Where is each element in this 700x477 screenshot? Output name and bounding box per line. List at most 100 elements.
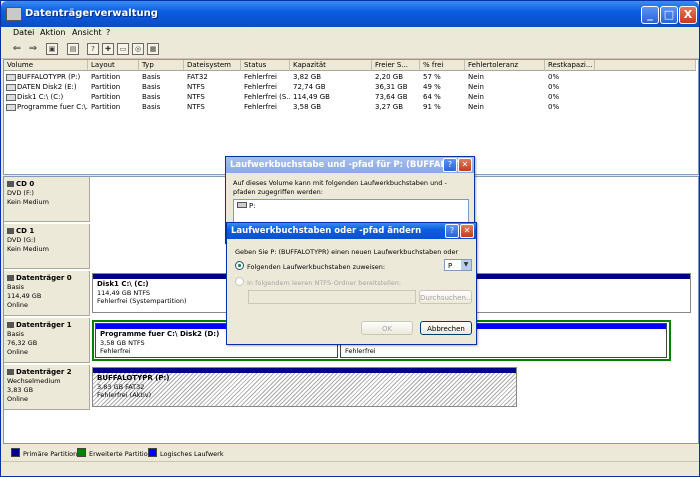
ok-button[interactable]: OK [361, 321, 413, 335]
volume-buffalotypr-p[interactable]: BUFFALOTYPR (P:) 3,83 GB FAT32 Fehlerfre… [92, 367, 517, 407]
table-cell: 3,27 GB [375, 103, 404, 111]
table-cell: 0% [548, 73, 560, 81]
table-cell: FAT32 [187, 73, 208, 81]
col-status-header[interactable]: Status [241, 60, 290, 71]
dialog-close-button[interactable]: ✕ [458, 158, 472, 172]
disk-label-cd1[interactable]: CD 1 DVD (G:) Kein Medium [4, 224, 90, 269]
col-overhead-header[interactable]: Restkapazi... [545, 60, 595, 71]
dialog-help-button[interactable]: ? [443, 158, 457, 172]
dialog-help-button[interactable]: ? [445, 224, 459, 238]
table-cell: Nein [468, 83, 484, 91]
harddisk-icon [7, 322, 14, 328]
table-cell: NTFS [187, 83, 205, 91]
disk-label-disk2[interactable]: Datenträger 2 Wechselmedium 3,83 GB Onli… [4, 365, 90, 410]
table-cell: Disk1 C:\ (C:) [17, 93, 64, 101]
table-cell: Basis [142, 93, 161, 101]
legend-logical: Logisches Laufwerk [148, 448, 224, 458]
legend-primary: Primäre Partition [11, 448, 77, 458]
legend: Primäre Partition Erweiterte Partition L… [3, 445, 697, 459]
forward-arrow-icon[interactable]: ⇒ [27, 43, 39, 55]
cancel-button[interactable]: Abbrechen [420, 321, 472, 335]
table-cell: Partition [91, 103, 121, 111]
col-filesystem-header[interactable]: Dateisystem [184, 60, 241, 71]
table-cell: 49 % [423, 83, 441, 91]
table-cell: BUFFALOTYPR (P:) [17, 73, 81, 81]
col-percent-free-header[interactable]: % frei [420, 60, 465, 71]
table-row[interactable]: Disk1 C:\ (C:) Partition Basis NTFS Fehlerfr… [4, 92, 696, 102]
table-cell: Fehlerfrei [244, 73, 277, 81]
menu-datei[interactable]: Datei [13, 28, 34, 37]
dialog-close-button[interactable]: ✕ [460, 224, 474, 238]
table-cell: 36,31 GB [375, 83, 408, 91]
disk-management-icon [6, 7, 22, 21]
table-cell: 73,64 GB [375, 93, 408, 101]
header-filler [595, 60, 696, 71]
help-icon[interactable]: ? [87, 43, 99, 55]
removable-disk-icon [7, 369, 14, 375]
properties-icon[interactable]: ▤ [67, 43, 79, 55]
back-arrow-icon[interactable]: ⇐ [11, 43, 23, 55]
chevron-down-icon[interactable]: ▼ [461, 260, 471, 270]
table-cell: 72,74 GB [293, 83, 326, 91]
col-type-header[interactable]: Typ [139, 60, 184, 71]
folder-path-input[interactable] [248, 290, 416, 304]
disk-label-disk1[interactable]: Datenträger 1 Basis 76,32 GB Online [4, 318, 90, 363]
table-cell: NTFS [187, 103, 205, 111]
change-drive-letter-dialog: Laufwerkbuchstaben oder -pfad ändern ? ✕ … [226, 222, 477, 345]
table-row[interactable]: DATEN Disk2 (E:) Partition Basis NTFS Fehler… [4, 82, 696, 92]
cdrom-icon [7, 181, 14, 187]
col-fault-tolerance-header[interactable]: Fehlertoleranz [465, 60, 545, 71]
col-capacity-header[interactable]: Kapazität [290, 60, 372, 71]
table-cell: Basis [142, 103, 161, 111]
table-cell: Basis [142, 73, 161, 81]
mount-folder-option[interactable]: In folgendem leeren NTFS-Ordner bereitst… [235, 277, 401, 287]
disk-label-disk0[interactable]: Datenträger 0 Basis 114,49 GB Online [4, 271, 90, 316]
dialog-description: Auf dieses Volume kann mit folgenden Lau… [233, 179, 447, 196]
browse-button[interactable]: Durchsuchen... [419, 290, 473, 304]
open-folder-icon[interactable]: ▭ [117, 43, 129, 55]
table-row[interactable]: Programme fuer C:\... Partition Basis NTFS F… [4, 102, 696, 112]
menu-aktion[interactable]: Aktion [40, 28, 65, 37]
table-cell: 3,58 GB [293, 103, 322, 111]
table-cell: Nein [468, 73, 484, 81]
menu-ansicht[interactable]: Ansicht [72, 28, 102, 37]
drive-path-entry[interactable]: P: [237, 202, 256, 210]
col-volume-header[interactable]: Volume [4, 60, 88, 71]
console-icon[interactable]: ▦ [147, 43, 159, 55]
radio-selected-icon[interactable] [235, 261, 244, 270]
up-level-icon[interactable]: ▣ [46, 43, 58, 55]
table-cell: 0% [548, 93, 560, 101]
toolbar: ⇐ ⇒ ▣ ▤ ? ✚ ▭ ◎ ▦ [1, 41, 699, 59]
col-free-space-header[interactable]: Freier S... [372, 60, 420, 71]
title-bar[interactable]: Datenträgerverwaltung _ □ X [1, 1, 699, 27]
table-cell: Fehlerfrei [244, 83, 277, 91]
dialog-title[interactable]: Laufwerkbuchstabe und -pfad für P: (BUFF… [226, 157, 474, 173]
minimize-button[interactable]: _ [641, 6, 659, 24]
menu-help[interactable]: ? [106, 28, 110, 37]
cdrom-icon [7, 228, 14, 234]
table-cell: 64 % [423, 93, 441, 101]
table-cell: Partition [91, 73, 121, 81]
table-cell: Fehlerfrei [244, 103, 277, 111]
dialog-title[interactable]: Laufwerkbuchstaben oder -pfad ändern [227, 223, 476, 239]
table-cell: Fehlerfrei (S... [244, 93, 290, 101]
table-cell: Basis [142, 83, 161, 91]
maximize-button[interactable]: □ [660, 6, 678, 24]
table-cell: 114,49 GB [293, 93, 330, 101]
drive-letter-select[interactable]: P ▼ [444, 259, 472, 271]
close-button[interactable]: X [679, 6, 697, 24]
harddisk-icon [7, 275, 14, 281]
table-cell: 57 % [423, 73, 441, 81]
refresh-icon[interactable]: ✚ [102, 43, 114, 55]
disk-label-cd0[interactable]: CD 0 DVD (F:) Kein Medium [4, 177, 90, 222]
legend-swatch [148, 448, 157, 457]
col-layout-header[interactable]: Layout [88, 60, 139, 71]
radio-unselected-icon[interactable] [235, 277, 244, 286]
legend-extended: Erweiterte Partition [77, 448, 152, 458]
search-icon[interactable]: ◎ [132, 43, 144, 55]
table-row[interactable]: BUFFALOTYPR (P:) Partition Basis FAT32 Fehle… [4, 72, 696, 82]
table-cell: Nein [468, 93, 484, 101]
assign-letter-option[interactable]: Folgenden Laufwerkbuchstaben zuweisen: [235, 261, 385, 271]
table-cell: 0% [548, 83, 560, 91]
menu-bar: Datei Aktion Ansicht ? [1, 27, 699, 41]
